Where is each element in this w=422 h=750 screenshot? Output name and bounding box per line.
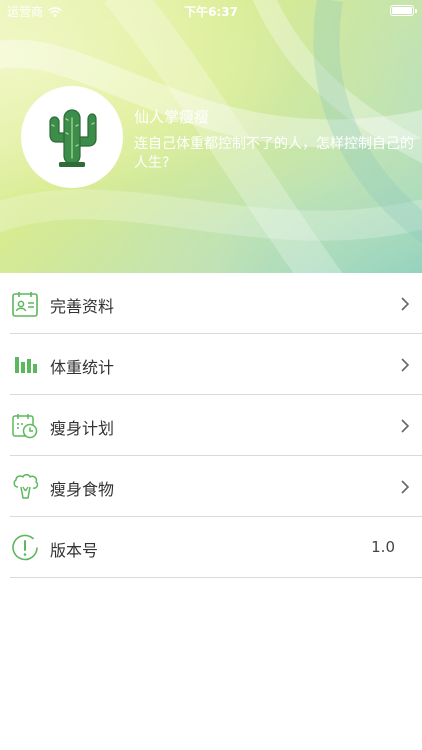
bar-chart-icon <box>15 357 37 373</box>
battery-icon <box>390 5 417 16</box>
menu-item-label: 瘦身食物 <box>50 480 115 499</box>
broccoli-icon <box>13 474 39 499</box>
menu-item-label: 瘦身计划 <box>50 419 115 438</box>
status-time: 下午6:37 <box>184 5 238 19</box>
menu-list: 完善资料 体重统计 瘦身计划 瘦身食物 版本号 1.0 <box>0 273 422 578</box>
divider <box>10 577 422 578</box>
menu-item-version: 版本号 1.0 <box>0 517 422 578</box>
menu-item-label: 版本号 <box>50 541 99 560</box>
avatar[interactable] <box>21 86 123 188</box>
menu-item-label: 完善资料 <box>50 297 115 316</box>
menu-item-slim-food[interactable]: 瘦身食物 <box>0 456 422 517</box>
menu-item-slim-plan[interactable]: 瘦身计划 <box>0 395 422 456</box>
profile-name: 仙人掌瘦瘦 <box>134 108 210 126</box>
chevron-right-icon <box>401 419 410 433</box>
chevron-right-icon <box>401 358 410 372</box>
menu-item-complete-profile[interactable]: 完善资料 <box>0 273 422 334</box>
status-bar: 运营商 下午6:37 <box>0 0 422 22</box>
version-value: 1.0 <box>371 538 395 556</box>
profile-card-icon <box>12 292 38 317</box>
info-icon <box>12 534 38 561</box>
calendar-clock-icon <box>12 414 38 439</box>
cactus-icon <box>49 109 97 167</box>
chevron-right-icon <box>401 297 410 311</box>
chevron-right-icon <box>401 480 410 494</box>
menu-item-weight-stats[interactable]: 体重统计 <box>0 334 422 395</box>
menu-item-label: 体重统计 <box>50 358 115 377</box>
profile-header: 运营商 下午6:37 仙人掌瘦瘦 连自己体重都控制不了的人，怎样控制自己的人生? <box>0 0 422 273</box>
profile-motto: 连自己体重都控制不了的人，怎样控制自己的人生? <box>134 136 414 171</box>
